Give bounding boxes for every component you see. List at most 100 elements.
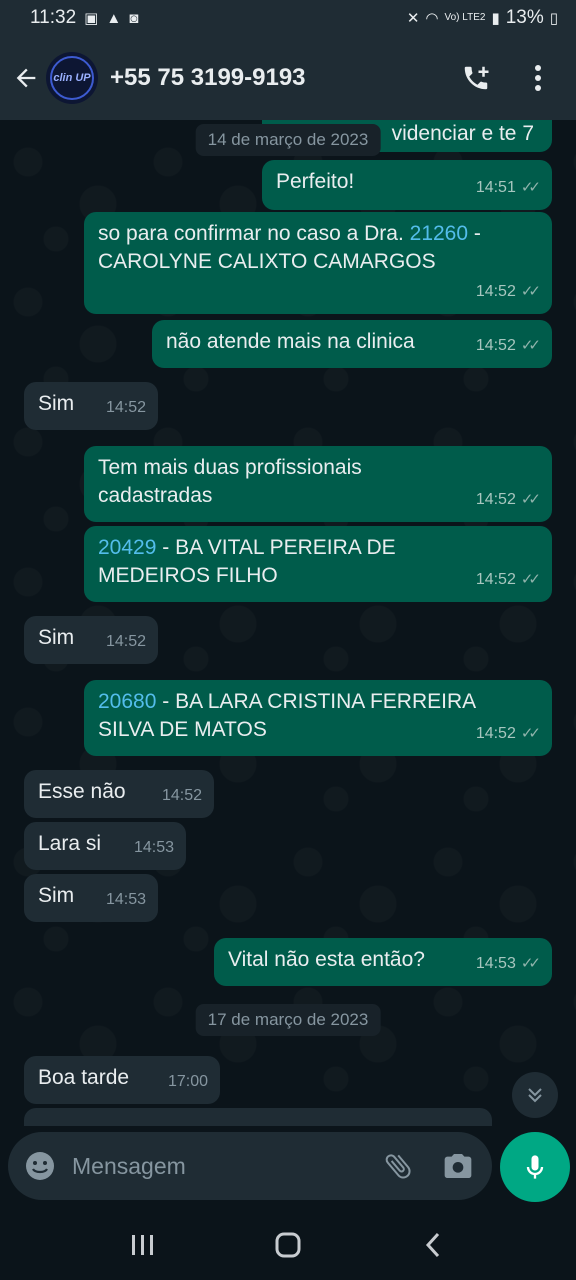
message-bubble[interactable]: não atende mais na clinica 14:52 ✓✓	[152, 320, 552, 368]
message-bubble[interactable]: Lara si 14:53	[24, 822, 186, 870]
message-line: so para confirmar no caso a Dra. 21260 -	[98, 220, 538, 248]
contact-name[interactable]: +55 75 3199-9193	[110, 64, 306, 92]
menu-button[interactable]	[518, 58, 558, 98]
message-text: Esse não	[38, 780, 126, 803]
home-button[interactable]	[258, 1220, 318, 1270]
message-bubble[interactable]: 20680 - BA LARA CRISTINA FERREIRA SILVA …	[84, 680, 552, 756]
message-bubble[interactable]: Sim 14:52	[24, 382, 158, 430]
message-time: 14:52	[475, 571, 516, 588]
date-chip: 14 de março de 2023	[195, 124, 381, 156]
signal-icon: ▮	[491, 10, 500, 27]
back-button[interactable]	[4, 56, 48, 100]
avatar-logo: clin UP	[50, 56, 94, 100]
double-check-icon: ✓✓	[520, 283, 541, 300]
message-text: so para confirmar no caso a Dra.	[98, 222, 410, 245]
voicemail-icon: ◙	[129, 9, 139, 27]
message-meta: 14:51 ✓✓	[475, 174, 541, 202]
message-line: 20680 - BA LARA CRISTINA FERREIRA	[98, 688, 538, 716]
message-time: 14:53	[133, 839, 174, 856]
system-nav-bar	[0, 1210, 576, 1280]
message-line: 20429 - BA VITAL PEREIRA DE	[98, 534, 538, 562]
message-text: Sim	[38, 392, 75, 415]
wifi-icon: ◠	[425, 10, 439, 27]
message-meta: 14:52	[106, 394, 146, 422]
message-bubble-partial[interactable]	[24, 1108, 492, 1126]
status-bar: 11:32 ▣ ▲ ◙ ✕ ◠ Vo) LTE2 ▮ 13% ▯	[0, 0, 576, 36]
more-vertical-icon	[535, 65, 541, 91]
message-number-link[interactable]: 20680	[98, 690, 156, 713]
date-chip: 17 de março de 2023	[195, 1004, 381, 1036]
message-text: não atende mais na clinica	[166, 330, 415, 353]
double-check-icon: ✓✓	[520, 337, 541, 354]
message-bubble[interactable]: Esse não 14:52	[24, 770, 214, 818]
message-input[interactable]	[72, 1152, 352, 1180]
chevron-left-icon	[426, 1232, 440, 1258]
composer-actions	[382, 1150, 474, 1182]
battery-percent: 13%	[505, 7, 544, 28]
avatar[interactable]: clin UP	[46, 52, 98, 104]
message-number-link[interactable]: 20429	[98, 536, 156, 559]
mute-icon: ✕	[406, 10, 420, 27]
double-check-icon: ✓✓	[520, 491, 541, 508]
home-icon	[275, 1232, 301, 1258]
message-line: cadastradas	[98, 484, 213, 507]
message-time: 14:52	[475, 337, 516, 354]
message-line: SILVA DE MATOS	[98, 718, 267, 741]
message-text: - BA LARA CRISTINA FERREIRA	[156, 690, 477, 713]
message-meta: 14:52	[162, 782, 202, 810]
message-bubble[interactable]: so para confirmar no caso a Dra. 21260 -…	[84, 212, 552, 314]
message-meta: 14:52 ✓✓	[475, 566, 541, 594]
double-check-icon: ✓✓	[520, 179, 541, 196]
recent-apps-button[interactable]	[113, 1220, 173, 1270]
add-call-button[interactable]	[456, 58, 496, 98]
phone-plus-icon	[464, 66, 489, 90]
message-bubble[interactable]: 20429 - BA VITAL PEREIRA DE MEDEIROS FIL…	[84, 526, 552, 602]
back-nav-button[interactable]	[403, 1220, 463, 1270]
message-bubble[interactable]: Vital não esta então? 14:53 ✓✓	[214, 938, 552, 986]
message-text: -	[468, 222, 481, 245]
message-time: 14:51	[475, 179, 516, 196]
message-time: 17:00	[167, 1073, 208, 1090]
status-left: 11:32 ▣ ▲ ◙	[30, 7, 138, 29]
header-actions	[456, 58, 558, 98]
message-meta: 17:00	[168, 1068, 208, 1096]
message-meta: 14:52 ✓✓	[475, 278, 541, 306]
message-text: Sim	[38, 884, 75, 907]
message-bubble[interactable]: Tem mais duas profissionais cadastradas …	[84, 446, 552, 522]
arrow-left-icon	[16, 68, 36, 88]
network-label: Vo) LTE2	[444, 12, 486, 23]
voice-record-button[interactable]	[500, 1132, 570, 1202]
attach-icon[interactable]	[382, 1150, 414, 1182]
message-number-link[interactable]: 21260	[410, 222, 468, 245]
chat-area[interactable]: videnciar e te 7 14 de março de 2023 Per…	[0, 120, 576, 1126]
message-bubble[interactable]: Sim 14:53	[24, 874, 158, 922]
message-meta: 14:53 ✓✓	[476, 950, 541, 978]
message-time: 14:53	[105, 891, 146, 908]
battery-icon: ▯	[549, 10, 558, 27]
status-time: 11:32	[30, 7, 77, 28]
microphone-icon	[526, 1155, 544, 1179]
double-check-icon: ✓✓	[520, 571, 541, 588]
message-text: Vital não esta então?	[228, 948, 425, 971]
recent-apps-icon	[131, 1235, 153, 1255]
message-meta: 14:52 ✓✓	[476, 486, 541, 514]
message-meta: 14:53	[106, 886, 146, 914]
message-line: Tem mais duas profissionais	[98, 456, 362, 479]
message-composer	[8, 1132, 492, 1200]
message-bubble[interactable]: Sim 14:52	[24, 616, 158, 664]
double-check-icon: ✓✓	[520, 955, 541, 972]
camera-icon[interactable]	[442, 1150, 474, 1182]
double-check-icon: ✓✓	[520, 725, 541, 742]
status-right: ✕ ◠ Vo) LTE2 ▮ 13% ▯	[407, 7, 558, 29]
message-meta: 14:52 ✓✓	[475, 332, 541, 360]
message-text: videnciar e te 7	[391, 122, 534, 145]
scroll-to-bottom-button[interactable]	[512, 1072, 558, 1118]
message-bubble[interactable]: Perfeito! 14:51 ✓✓	[262, 160, 552, 210]
message-bubble[interactable]: Boa tarde 17:00	[24, 1056, 220, 1104]
message-time: 14:52	[105, 633, 146, 650]
message-line: MEDEIROS FILHO	[98, 564, 278, 587]
emoji-icon	[26, 1152, 54, 1180]
emoji-button[interactable]	[22, 1148, 58, 1184]
message-meta: 14:52 ✓✓	[476, 720, 541, 748]
message-time: 14:52	[475, 283, 516, 300]
